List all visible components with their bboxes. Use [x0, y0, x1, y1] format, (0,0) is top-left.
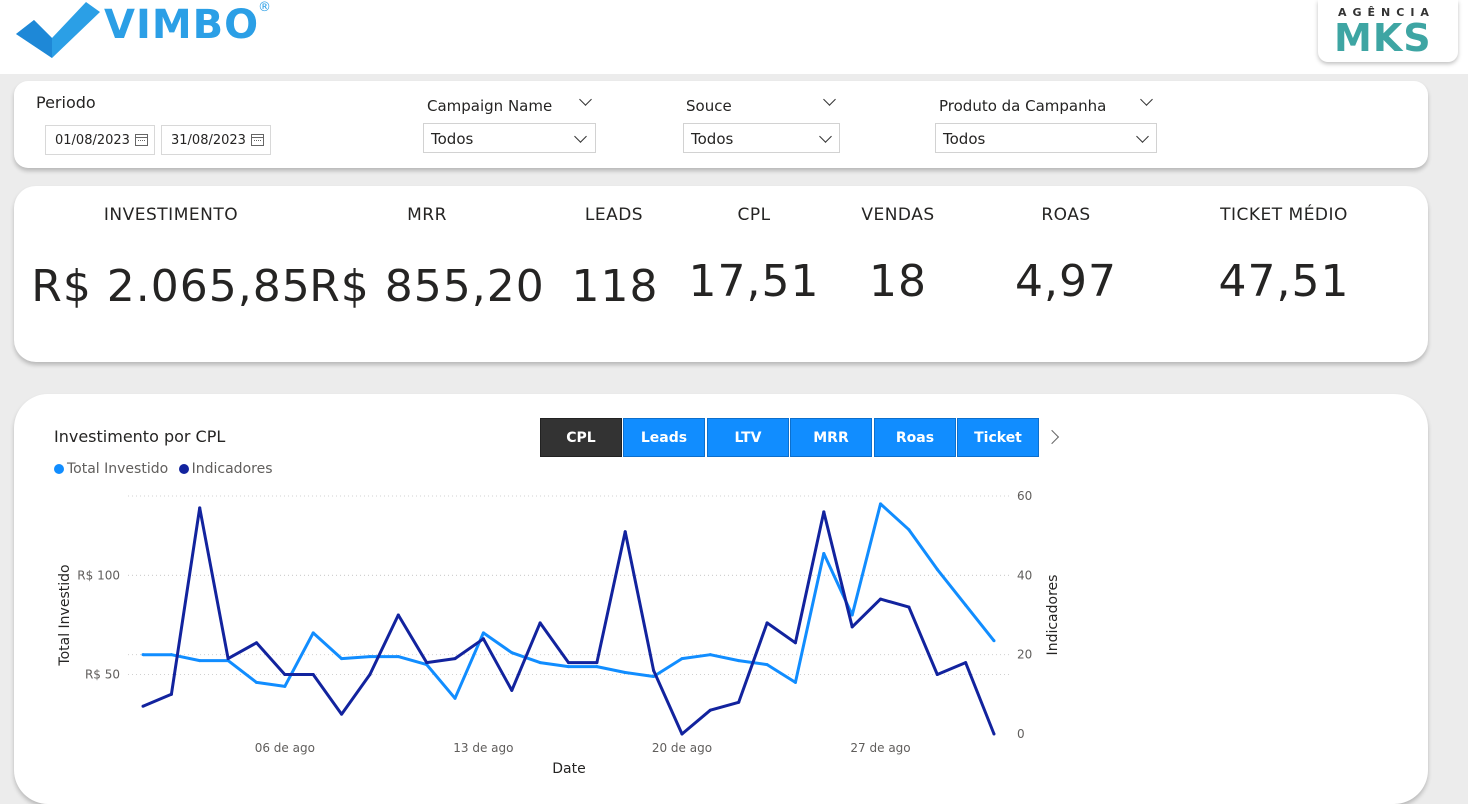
kpi-title-investimento: INVESTIMENTO [103, 205, 239, 225]
campaign-label: Campaign Name [427, 97, 553, 115]
legend-dot-icon [178, 464, 189, 474]
legend-item-indicadores: Indicadores [191, 461, 273, 477]
button-roas[interactable]: Roas [874, 418, 956, 457]
chart-legend: Total Investido Indicadores [54, 461, 273, 477]
chevron-down-icon[interactable] [819, 130, 832, 143]
kpi-value-ticket: 47,51 [1218, 256, 1350, 307]
source-select[interactable]: Todos [683, 123, 840, 153]
kpi-value-investimento: R$ 2.065,85 [31, 261, 311, 312]
kpi-title-ticket: TICKET MÉDIO [1220, 205, 1348, 225]
legend-item-investido: Total Investido [67, 461, 169, 477]
kpi-title-roas: ROAS [1041, 205, 1091, 225]
periodo-label: Periodo [36, 93, 96, 112]
chevron-down-icon[interactable] [574, 130, 587, 143]
source-value: Todos [691, 130, 734, 148]
campaign-value: Todos [431, 130, 474, 148]
checkmark-logo-icon [16, 2, 100, 58]
button-cpl[interactable]: CPL [540, 418, 622, 457]
kpi-title-vendas: VENDAS [861, 205, 935, 225]
kpi-value-cpl: 17,51 [688, 256, 820, 307]
kpi-value-leads: 118 [571, 261, 659, 312]
agency-name: MKS [1334, 16, 1432, 60]
calendar-icon[interactable] [251, 134, 264, 146]
end-date-input[interactable]: 31/08/2023 [161, 125, 271, 155]
chevron-down-icon[interactable] [1136, 130, 1149, 143]
chart-title: Investimento por CPL [54, 427, 226, 446]
legend-dot-icon [54, 464, 64, 474]
kpi-title-leads: LEADS [584, 205, 644, 225]
registered-mark: ® [258, 0, 271, 15]
button-ltv[interactable]: LTV [707, 418, 789, 457]
agency-logo: AGÊNCIA MKS [1318, 0, 1458, 62]
calendar-icon[interactable] [135, 134, 148, 146]
kpi-value-roas: 4,97 [1015, 256, 1117, 307]
kpi-value-mrr: R$ 855,20 [309, 261, 545, 312]
vimbo-logo: VIMBO ® [12, 0, 272, 60]
button-leads[interactable]: Leads [623, 418, 705, 457]
produto-value: Todos [943, 130, 986, 148]
button-ticket[interactable]: Ticket [957, 418, 1039, 457]
brand-name: VIMBO [104, 2, 260, 48]
source-label: Souce [686, 97, 732, 115]
campaign-select[interactable]: Todos [423, 123, 596, 153]
kpi-value-vendas: 18 [869, 256, 927, 307]
end-date-value: 31/08/2023 [171, 133, 246, 148]
kpi-title-mrr: MRR [407, 205, 447, 225]
produto-label: Produto da Campanha [939, 97, 1107, 115]
start-date-value: 01/08/2023 [55, 133, 130, 148]
button-mrr[interactable]: MRR [790, 418, 872, 457]
kpi-title-cpl: CPL [737, 205, 771, 225]
start-date-input[interactable]: 01/08/2023 [45, 125, 155, 155]
produto-select[interactable]: Todos [935, 123, 1157, 153]
top-banner: VIMBO ® AGÊNCIA MKS [0, 0, 1468, 74]
